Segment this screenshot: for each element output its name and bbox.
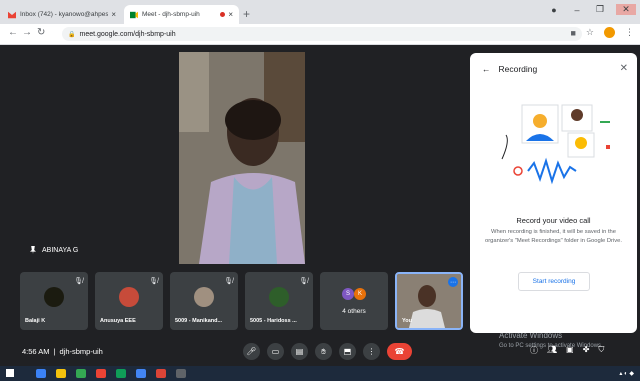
avatar — [269, 287, 289, 307]
mic-muted-icon: 🎙︎̸ — [149, 278, 158, 285]
close-tab-icon[interactable]: × — [228, 10, 233, 19]
url-text: meet.google.com/djh-sbmp-uih — [79, 30, 176, 38]
taskbar-app-icon[interactable] — [76, 369, 86, 378]
others-count: 4 others — [342, 308, 366, 315]
tab-meet-title: Meet - djh-sbmp-uih — [142, 11, 200, 18]
participant-tile[interactable]: 🎙︎̸ 5005 - Haridoss ... — [245, 272, 313, 330]
participant-tile[interactable]: 🎙︎̸ 5009 - Manikand... — [170, 272, 238, 330]
participant-name: Anusuya EEE — [100, 318, 136, 324]
avatar — [194, 287, 214, 307]
end-call-button[interactable]: ☎︎ — [387, 343, 412, 360]
windows-taskbar: ▴ ◐ ◆ — [0, 366, 640, 381]
new-tab-button[interactable]: + — [243, 7, 250, 21]
account-icon[interactable]: ● — [547, 5, 561, 15]
lock-icon: 🔒 — [68, 31, 76, 38]
avatar — [119, 287, 139, 307]
avatar — [44, 287, 64, 307]
taskbar-app-icon[interactable] — [36, 369, 46, 378]
avatar: K — [354, 288, 366, 300]
call-controls: 🎤︎ ▭ ▤ ✋︎ ⬒ ⋮ ☎︎ — [243, 343, 412, 360]
record-description: When recording is finished, it will be s… — [484, 229, 622, 244]
speaker-name-text: ABINAYA G — [42, 246, 79, 254]
meet-bottom-bar: 4:56 AM | djh-sbmp-uih 🎤︎ ▭ ▤ ✋︎ ⬒ ⋮ ☎︎ Ac… — [0, 331, 640, 366]
others-tile[interactable]: S K 4 others — [320, 272, 388, 330]
menu-icon[interactable]: ⋮ — [625, 27, 634, 38]
taskbar-app-icon[interactable] — [56, 369, 66, 378]
mic-muted-icon: 🎙︎̸ — [299, 278, 308, 285]
taskbar-app-icon[interactable] — [116, 369, 126, 378]
taskbar-app-icon[interactable] — [96, 369, 106, 378]
mic-muted-icon: 🎙︎̸ — [224, 278, 233, 285]
profile-avatar[interactable] — [604, 27, 615, 38]
forward-arrow-icon[interactable]: → — [22, 27, 32, 38]
start-menu-icon[interactable] — [6, 369, 14, 377]
meeting-info-separator: | — [53, 347, 56, 356]
record-heading: Record your video call — [516, 216, 591, 225]
present-button[interactable]: ⬒ — [339, 343, 356, 360]
avatar: S — [342, 288, 354, 300]
recording-indicator-icon — [220, 12, 226, 17]
mic-muted-icon: 🎙︎̸ — [74, 278, 83, 285]
url-bar[interactable]: 🔒 meet.google.com/djh-sbmp-uih — [62, 27, 582, 41]
side-panel-controls: ⓘ 👥︎ ▣ ✤ ⛉ — [530, 345, 604, 356]
tab-meet[interactable]: Meet - djh-sbmp-uih × — [124, 5, 239, 24]
meeting-time: 4:56 AM — [22, 347, 50, 356]
more-options-button[interactable]: ⋮ — [363, 343, 380, 360]
panel-header: ← Recording — [482, 64, 537, 74]
back-arrow-icon[interactable]: ← — [8, 27, 18, 38]
raise-hand-button[interactable]: ✋︎ — [315, 343, 332, 360]
window-controls: ● – ❐ ✕ — [547, 4, 636, 15]
speaker-name-label: ABINAYA G — [30, 246, 78, 254]
system-tray-icon[interactable]: ▴ ◐ ◆ — [619, 370, 634, 377]
participant-name: 5009 - Manikand... — [175, 318, 223, 324]
camera-toggle-button[interactable]: ▭ — [267, 343, 284, 360]
taskbar-app-icon[interactable] — [156, 369, 166, 378]
tab-gmail[interactable]: Inbox (742) - kyanowo@ahpesb ... × — [2, 5, 122, 24]
self-tile[interactable]: ⋯ You — [395, 272, 463, 330]
others-avatars: S K — [342, 288, 366, 300]
taskbar-app-icon[interactable] — [136, 369, 146, 378]
close-icon[interactable]: ✕ — [620, 63, 628, 74]
participant-tile[interactable]: 🎙︎̸ Anusuya EEE — [95, 272, 163, 330]
reload-icon[interactable]: ↻ — [37, 27, 45, 38]
panel-title: Recording — [498, 64, 538, 74]
maximize-button[interactable]: ❐ — [593, 4, 607, 15]
recording-panel: ← Recording ✕ Record your video call Whe… — [470, 53, 637, 333]
browser-tab-strip: Inbox (742) - kyanowo@ahpesb ... × Meet … — [0, 0, 640, 24]
close-window-button[interactable]: ✕ — [616, 4, 636, 15]
captions-button[interactable]: ▤ — [291, 343, 308, 360]
main-speaker-video[interactable] — [179, 52, 305, 264]
mic-toggle-button[interactable]: 🎤︎ — [243, 343, 260, 360]
people-icon[interactable]: 👥︎ — [547, 345, 557, 356]
host-controls-icon[interactable]: ⛉ — [598, 345, 604, 356]
taskbar-app-icon[interactable] — [176, 369, 186, 378]
participant-name: 5005 - Haridoss ... — [250, 318, 297, 324]
recording-illustration — [501, 104, 610, 185]
speaker-video-frame — [179, 52, 305, 264]
meet-icon — [130, 11, 138, 18]
chat-icon[interactable]: ▣ — [566, 345, 574, 356]
pin-icon[interactable] — [30, 246, 36, 254]
meeting-code: djh-sbmp-uih — [59, 347, 103, 356]
participant-tile[interactable]: 🎙︎̸ Balaji K — [20, 272, 88, 330]
tab-gmail-title: Inbox (742) - kyanowo@ahpesb ... — [20, 11, 109, 18]
more-options-icon[interactable]: ⋯ — [448, 277, 458, 287]
minimize-button[interactable]: – — [570, 5, 584, 15]
meeting-info: 4:56 AM | djh-sbmp-uih — [22, 347, 103, 356]
close-tab-icon[interactable]: × — [111, 10, 116, 19]
gmail-icon — [8, 11, 16, 18]
back-arrow-icon[interactable]: ← — [482, 64, 491, 74]
toolbar-icons: ■ ☆ ⋮ — [570, 27, 634, 38]
start-recording-button[interactable]: Start recording — [518, 272, 590, 291]
self-name: You — [402, 318, 412, 324]
bookmark-star-icon[interactable]: ☆ — [586, 27, 594, 38]
info-icon[interactable]: ⓘ — [530, 345, 538, 356]
participant-name: Balaji K — [25, 318, 46, 324]
address-bar-row: ← → ↻ 🔒 meet.google.com/djh-sbmp-uih ■ ☆… — [0, 24, 640, 45]
camera-in-use-icon[interactable]: ■ — [570, 28, 575, 38]
activities-icon[interactable]: ✤ — [583, 345, 590, 356]
